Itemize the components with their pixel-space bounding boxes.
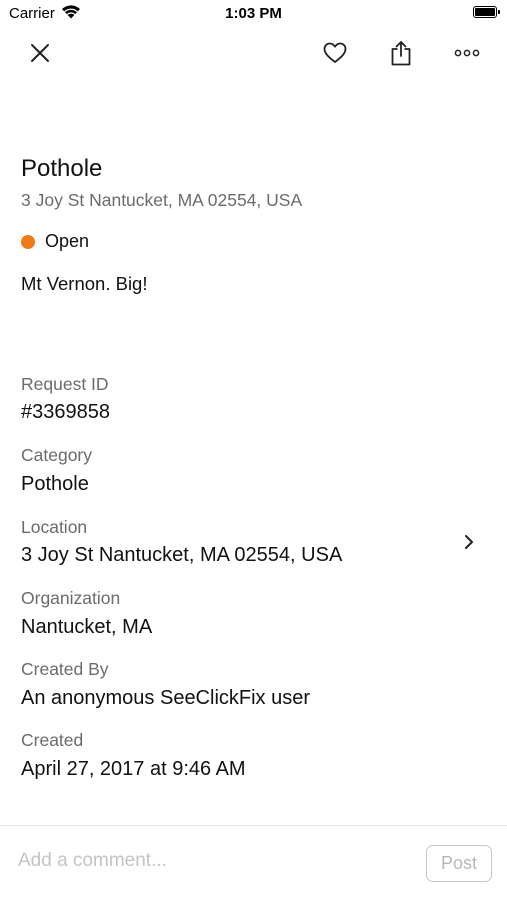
request-id-label: Request ID — [21, 374, 109, 394]
organization-label: Organization — [21, 588, 121, 608]
more-icon — [454, 49, 480, 57]
close-icon — [31, 44, 49, 62]
comment-bar: Post — [0, 825, 507, 901]
issue-description: Mt Vernon. Big! — [21, 273, 148, 294]
status-dot-icon — [21, 234, 35, 249]
location-value: 3 Joy St Nantucket, MA 02554, USA — [21, 544, 343, 566]
request-id-value: #3369858 — [21, 401, 110, 423]
issue-title: Pothole — [21, 155, 103, 182]
close-button[interactable] — [23, 36, 57, 70]
issue-address: 3 Joy St Nantucket, MA 02554, USA — [21, 190, 303, 210]
favorite-button[interactable] — [318, 36, 352, 70]
category-value: Pothole — [21, 473, 89, 495]
created-by-value: An anonymous SeeClickFix user — [21, 687, 311, 709]
organization-value: Nantucket, MA — [21, 616, 153, 638]
post-button[interactable]: Post — [426, 845, 492, 882]
location-label: Location — [21, 517, 88, 537]
status-label: Open — [45, 231, 90, 251]
more-button[interactable] — [450, 36, 484, 70]
battery-icon — [473, 6, 500, 18]
status-badge: Open — [21, 231, 89, 252]
status-bar: Carrier 1:03 PM — [0, 0, 507, 28]
created-label: Created — [21, 730, 84, 750]
comment-input[interactable] — [18, 846, 398, 876]
status-time: 1:03 PM — [225, 5, 282, 22]
chevron-right-icon[interactable] — [463, 533, 475, 551]
category-label: Category — [21, 445, 93, 465]
share-button[interactable] — [384, 36, 418, 70]
created-value: April 27, 2017 at 9:46 AM — [21, 758, 246, 780]
created-by-label: Created By — [21, 659, 109, 679]
share-icon — [391, 41, 411, 66]
heart-icon — [323, 42, 347, 63]
